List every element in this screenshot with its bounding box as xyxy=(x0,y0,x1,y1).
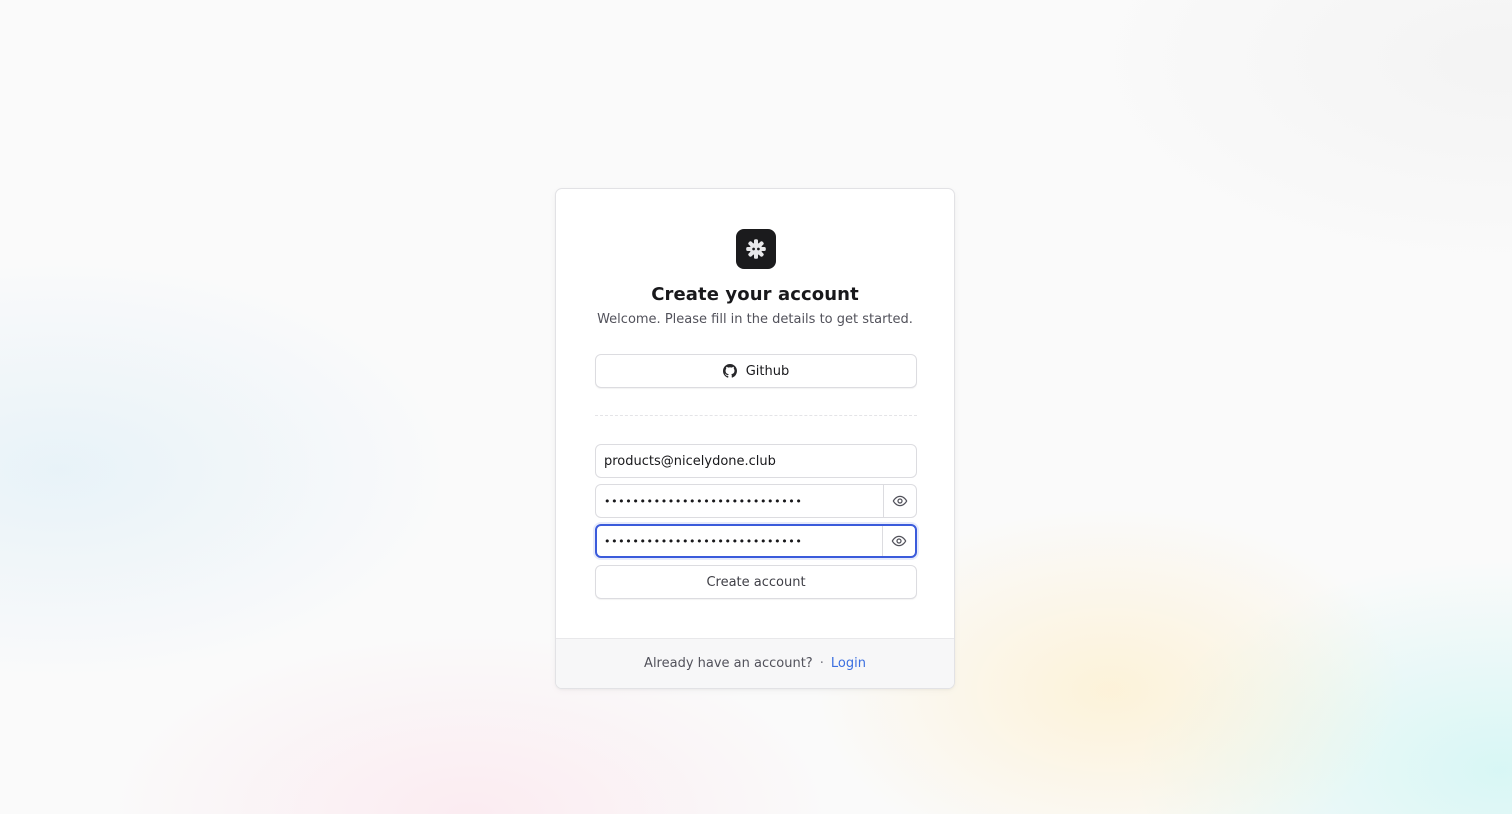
github-button[interactable]: Github xyxy=(595,354,917,388)
card-body: Create your account Welcome. Please fill… xyxy=(556,189,954,638)
github-button-label: Github xyxy=(745,363,790,379)
github-icon xyxy=(722,364,737,378)
page-subtitle: Welcome. Please fill in the details to g… xyxy=(597,312,913,327)
show-confirm-password-button[interactable] xyxy=(882,526,915,556)
page-title: Create your account xyxy=(651,284,859,305)
password-field-wrapper xyxy=(595,484,917,518)
card-footer: Already have an account? · Login xyxy=(556,638,954,688)
footer-prompt: Already have an account? xyxy=(644,656,813,671)
show-password-button[interactable] xyxy=(883,485,916,517)
signup-card: Create your account Welcome. Please fill… xyxy=(555,188,955,689)
login-link[interactable]: Login xyxy=(831,656,866,671)
confirm-password-field[interactable] xyxy=(597,526,882,556)
password-field[interactable] xyxy=(596,485,883,517)
email-field-wrapper xyxy=(595,444,917,478)
eye-icon xyxy=(891,535,907,547)
divider xyxy=(595,415,917,416)
eye-icon xyxy=(892,495,908,507)
gear-icon xyxy=(746,239,766,259)
create-account-button[interactable]: Create account xyxy=(595,565,917,599)
confirm-password-field-wrapper xyxy=(595,524,917,558)
email-field[interactable] xyxy=(596,445,916,477)
app-logo xyxy=(736,229,776,269)
footer-separator: · xyxy=(819,656,824,671)
